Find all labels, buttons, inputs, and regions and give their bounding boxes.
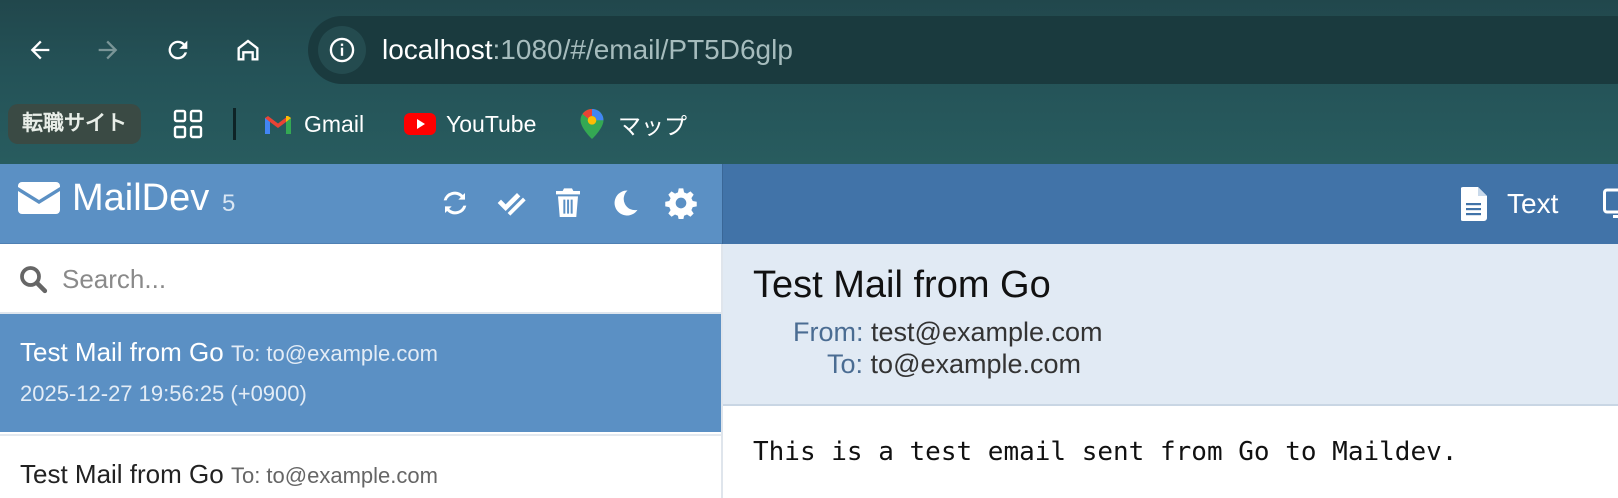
detail-header: Text: [722, 164, 1618, 244]
email-detail-header: Test Mail from Go From: test@example.com…: [723, 244, 1618, 406]
list-item-recipient: To: to@example.com: [230, 463, 438, 488]
mark-all-read-icon[interactable]: [494, 186, 528, 220]
url-host: localhost: [382, 34, 493, 65]
envelope-icon: [18, 182, 60, 214]
bookmarks-bar: 転職サイト Gmail YouTube マップ: [0, 100, 1618, 148]
settings-icon[interactable]: [664, 186, 698, 220]
youtube-icon: [404, 108, 436, 140]
bookmark-maps[interactable]: マップ: [576, 104, 687, 144]
bookmark-separator: [233, 108, 236, 140]
list-item[interactable]: Test Mail from Go To: to@example.com: [0, 434, 722, 498]
tab-text[interactable]: Text: [1461, 184, 1558, 224]
list-item[interactable]: Test Mail from Go To: to@example.com 202…: [0, 314, 722, 432]
home-icon[interactable]: [228, 30, 268, 70]
to-value: to@example.com: [870, 349, 1082, 379]
email-body: This is a test email sent from Go to Mai…: [723, 406, 1618, 498]
bookmark-maps-label: マップ: [618, 113, 687, 139]
maildev-header: MailDev 5: [0, 164, 722, 244]
list-item-date: 2025-12-27 19:56:25 (+0900): [20, 381, 307, 406]
reload-icon[interactable]: [158, 30, 198, 70]
refresh-icon[interactable]: [438, 186, 472, 220]
file-text-icon: [1461, 187, 1487, 221]
browser-chrome: localhost:1080/#/email/PT5D6glp 転職サイト Gm…: [0, 0, 1618, 164]
search-bar: [0, 244, 722, 314]
search-icon: [18, 264, 48, 294]
back-icon[interactable]: [20, 30, 60, 70]
email-subject: Test Mail from Go: [753, 264, 1051, 306]
trash-icon[interactable]: [551, 186, 585, 220]
gmail-icon: [262, 108, 294, 140]
bookmark-gmail-label: Gmail: [304, 110, 365, 137]
list-item-subject-line: Test Mail from Go To: to@example.com: [20, 336, 438, 370]
desktop-icon[interactable]: [1603, 188, 1618, 222]
to-label: To:: [827, 349, 864, 379]
bookmark-gmail[interactable]: Gmail: [262, 104, 364, 144]
tab-text-label: Text: [1507, 188, 1559, 219]
address-bar[interactable]: localhost:1080/#/email/PT5D6glp: [308, 16, 1618, 84]
from-value: test@example.com: [871, 317, 1103, 347]
bookmark-youtube-label: YouTube: [446, 110, 537, 137]
apps-grid-icon[interactable]: [172, 108, 204, 140]
site-info-icon[interactable]: [318, 26, 366, 74]
list-item-subject-line: Test Mail from Go To: to@example.com: [20, 458, 438, 492]
bookmark-youtube[interactable]: YouTube: [404, 104, 536, 144]
dark-mode-icon[interactable]: [608, 186, 642, 220]
list-item-subject: Test Mail from Go: [20, 459, 224, 489]
url-path: :1080/#/email/PT5D6glp: [492, 34, 793, 65]
list-item-recipient: To: to@example.com: [230, 341, 438, 366]
list-item-subject: Test Mail from Go: [20, 337, 224, 367]
url-text[interactable]: localhost:1080/#/email/PT5D6glp: [382, 32, 793, 68]
from-label: From:: [793, 317, 864, 347]
forward-icon[interactable]: [88, 30, 128, 70]
email-count-badge: 5: [222, 190, 236, 217]
email-body-text: This is a test email sent from Go to Mai…: [753, 437, 1458, 467]
to-row: To: to@example.com: [827, 348, 1081, 380]
bookmark-folder[interactable]: 転職サイト: [8, 104, 141, 144]
search-input[interactable]: [62, 258, 702, 300]
maps-icon: [576, 108, 608, 140]
app-title: MailDev: [72, 177, 210, 219]
from-row: From: test@example.com: [793, 316, 1103, 348]
